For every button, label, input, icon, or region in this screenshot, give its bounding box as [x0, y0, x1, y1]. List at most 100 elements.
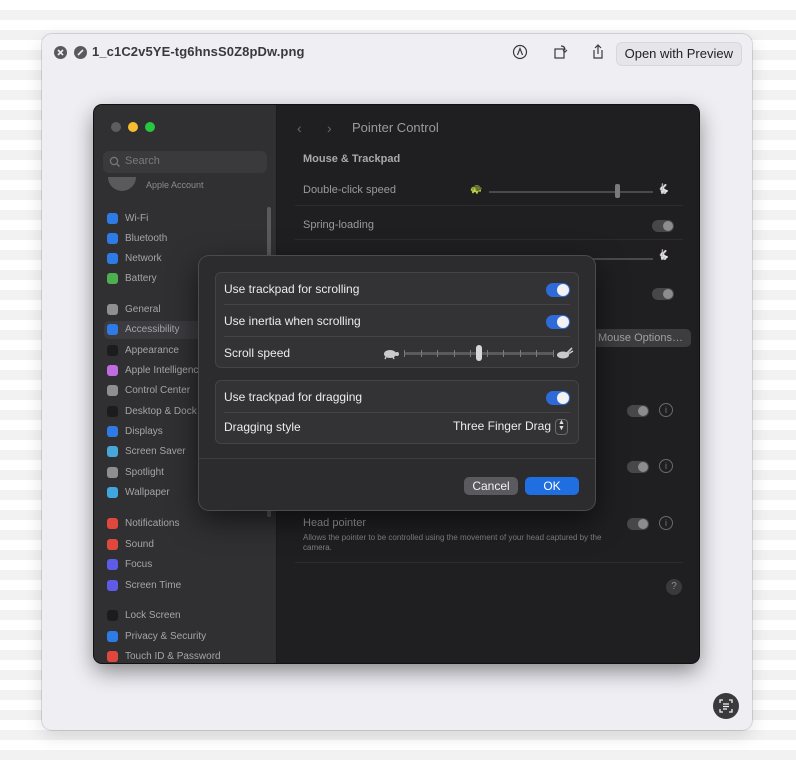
sidebar-item-label: Accessibility: [125, 324, 180, 335]
option-toggle[interactable]: [627, 461, 649, 473]
live-text-icon[interactable]: [713, 693, 739, 719]
sidebar-item-icon: [107, 273, 118, 284]
help-button[interactable]: ?: [666, 579, 682, 595]
page-title: Pointer Control: [352, 120, 439, 135]
slider-tick: [454, 350, 455, 357]
sidebar-item-label: Bluetooth: [125, 233, 168, 244]
share-icon[interactable]: [588, 42, 608, 62]
sidebar-item-icon: [107, 518, 118, 529]
open-with-preview-button[interactable]: Open with Preview: [615, 42, 742, 66]
viewer-titlebar: 1_c1C2v5YE-tg6hnsS0Z8pDw.png Open with P…: [42, 34, 752, 72]
sidebar-item-icon: [107, 426, 118, 437]
trackpad-options-dialog: Use trackpad for scrolling Use inertia w…: [199, 256, 595, 510]
sidebar-item-label: Notifications: [125, 518, 180, 529]
sidebar-item-label: Screen Time: [125, 580, 182, 591]
slider-tick: [536, 350, 537, 357]
sidebar-item-label: General: [125, 304, 161, 315]
row-divider: [295, 205, 683, 206]
sidebar-item-screen-time[interactable]: Screen Time: [104, 577, 264, 595]
use-trackpad-dragging-toggle[interactable]: [546, 391, 570, 405]
section-title: Mouse & Trackpad: [303, 153, 401, 165]
sidebar-item-icon: [107, 385, 118, 396]
sidebar-item-label: Battery: [125, 273, 157, 284]
search-placeholder: Search: [125, 155, 160, 167]
back-icon[interactable]: ‹: [297, 120, 302, 136]
slider-tick: [503, 350, 504, 357]
cancel-button[interactable]: Cancel: [464, 477, 518, 495]
sidebar-item-label: Wi-Fi: [125, 213, 149, 224]
drag-group: Use trackpad for dragging Dragging style…: [215, 380, 579, 444]
slider-tick: [470, 350, 471, 357]
scrolling-row: Use trackpad for scrolling: [216, 273, 578, 305]
scroll-speed-label: Scroll speed: [224, 346, 291, 360]
sidebar-item-touch-id-password[interactable]: Touch ID & Password: [104, 648, 264, 663]
sidebar-item-label: Control Center: [125, 385, 191, 396]
sidebar-item-label: Wallpaper: [125, 487, 170, 498]
sidebar-item-icon: [107, 324, 118, 335]
use-inertia-label: Use inertia when scrolling: [224, 314, 361, 328]
sidebar-item-label: Apple Intelligence: [125, 365, 204, 376]
spring-loading-toggle[interactable]: [652, 220, 674, 232]
double-click-thumb[interactable]: [615, 184, 620, 198]
sidebar-item-icon: [107, 253, 118, 264]
use-inertia-toggle[interactable]: [546, 315, 570, 329]
zoom-dot[interactable]: [145, 122, 155, 132]
close-dot[interactable]: [111, 122, 121, 132]
sidebar-item-icon: [107, 233, 118, 244]
use-trackpad-scrolling-toggle[interactable]: [546, 283, 570, 297]
sidebar-item-icon: [107, 446, 118, 457]
use-trackpad-dragging-label: Use trackpad for dragging: [224, 390, 363, 404]
scroll-speed-thumb[interactable]: [476, 345, 482, 361]
dragging-style-popup[interactable]: Three Finger Drag ▲ ▼: [453, 419, 568, 435]
rotate-icon[interactable]: [550, 42, 570, 62]
sidebar-item-wi-fi[interactable]: Wi-Fi: [104, 210, 264, 228]
search-icon: [109, 156, 120, 167]
double-click-slider[interactable]: [489, 191, 653, 193]
rabbit-icon: [557, 347, 574, 359]
sidebar-item-icon: [107, 539, 118, 550]
head-pointer-toggle[interactable]: [627, 518, 649, 530]
scroll-speed-row: Scroll speed: [216, 337, 578, 369]
sidebar-item-label: Spotlight: [125, 467, 164, 478]
dragging-style-value: Three Finger Drag: [452, 419, 551, 434]
sidebar-item-icon: [107, 631, 118, 642]
sidebar-item-icon: [107, 467, 118, 478]
dragging-style-row: Dragging style Three Finger Drag ▲ ▼: [216, 411, 578, 443]
option-toggle[interactable]: [627, 405, 649, 417]
ok-button[interactable]: OK: [525, 477, 579, 495]
row-divider: [295, 239, 683, 240]
sidebar-item-notifications[interactable]: Notifications: [104, 515, 264, 533]
sidebar-item-focus[interactable]: Focus: [104, 556, 264, 574]
info-icon[interactable]: i: [659, 459, 673, 473]
account-label: Apple Account: [146, 180, 204, 190]
avatar[interactable]: [108, 177, 136, 191]
use-trackpad-scrolling-label: Use trackpad for scrolling: [224, 282, 360, 296]
sidebar-item-label: Screen Saver: [125, 446, 186, 457]
minimize-dot[interactable]: [128, 122, 138, 132]
search-input[interactable]: Search: [103, 151, 267, 173]
sidebar-item-sound[interactable]: Sound: [104, 536, 264, 554]
scroll-speed-slider[interactable]: [404, 337, 554, 369]
sidebar-item-lock-screen[interactable]: Lock Screen: [104, 607, 264, 625]
fullscreen-icon[interactable]: [74, 46, 87, 59]
option-toggle[interactable]: [652, 288, 674, 300]
mouse-options-button[interactable]: Mouse Options…: [590, 329, 691, 347]
turtle-icon: 🐢: [470, 184, 483, 195]
spring-loading-label: Spring-loading: [303, 219, 374, 231]
sidebar-item-label: Network: [125, 253, 162, 264]
sidebar-item-label: Touch ID & Password: [125, 651, 221, 662]
sidebar-item-bluetooth[interactable]: Bluetooth: [104, 230, 264, 248]
sidebar-item-icon: [107, 487, 118, 498]
forward-icon[interactable]: ›: [327, 120, 332, 136]
sidebar-item-privacy-security[interactable]: Privacy & Security: [104, 628, 264, 646]
slider-tick: [437, 350, 438, 357]
info-icon[interactable]: i: [659, 403, 673, 417]
slider-tick: [421, 350, 422, 357]
markup-icon[interactable]: [510, 42, 530, 62]
close-icon[interactable]: [54, 46, 67, 59]
sidebar-item-icon: [107, 651, 118, 662]
turtle-icon: [384, 350, 399, 360]
sidebar-item-icon: [107, 304, 118, 315]
slider-tick: [487, 350, 488, 357]
info-icon[interactable]: i: [659, 516, 673, 530]
